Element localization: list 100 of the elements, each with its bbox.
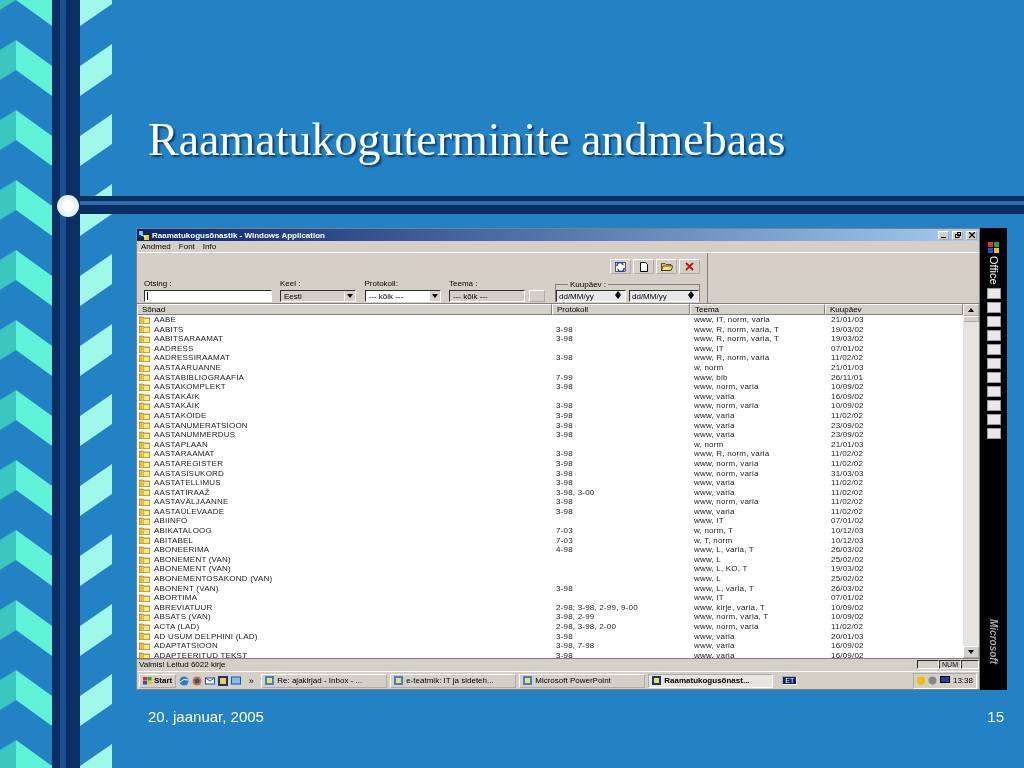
office-shortcut-button[interactable] <box>986 315 1001 327</box>
table-cell: 19/03/02 <box>831 564 864 574</box>
menu-item[interactable]: Info <box>202 242 217 251</box>
scroll-up-button[interactable] <box>963 304 979 316</box>
office-shortcut-button[interactable] <box>986 287 1001 299</box>
page-number: 15 <box>987 708 1004 725</box>
table-cell: AASTASISUKORD <box>154 468 225 479</box>
table-cell: 07/01/02 <box>831 343 864 353</box>
mail-icon[interactable] <box>205 675 216 686</box>
table-cell: 3-98 <box>556 506 573 516</box>
table-cell: www, varia <box>694 641 735 651</box>
brand-text: Microsoft <box>988 619 999 664</box>
shield-icon <box>916 676 925 685</box>
table-cell: 3-98 <box>556 478 573 488</box>
dropdown[interactable]: --- kõik --- <box>364 290 441 302</box>
window-title: Raamatukogusõnastik - Windows Application <box>152 230 326 240</box>
folder-icon <box>139 392 150 401</box>
office-shortcut-button[interactable] <box>986 385 1001 397</box>
table-cell: 3-98 <box>556 650 573 660</box>
table-cell: 11/02/02 <box>831 622 864 631</box>
app-icon[interactable] <box>218 675 229 686</box>
table-cell: AABITSARAAMAT <box>154 334 224 344</box>
table-cell: w, T, norm <box>694 535 733 545</box>
folder-icon <box>139 325 150 334</box>
table-cell: 10/09/02 <box>831 602 864 612</box>
table-cell: 7-03 <box>556 526 573 536</box>
column-header[interactable]: Kuupäev <box>825 304 963 315</box>
menu-item[interactable]: Andmed <box>141 242 171 251</box>
table-cell: ABORTIMA <box>154 593 198 603</box>
office-shortcut-button[interactable] <box>986 427 1001 439</box>
scroll-thumb[interactable] <box>963 316 979 322</box>
table-cell: 07/01/02 <box>831 516 864 526</box>
browser-icon[interactable] <box>179 675 190 686</box>
column-header[interactable]: Sõnad <box>137 304 552 315</box>
taskbar-button[interactable]: Raamatukogusõnast... <box>648 673 774 688</box>
table-cell: www, L, KO, T <box>694 564 748 574</box>
refresh-icon <box>615 261 626 272</box>
taskbar-button[interactable]: Microsoft PowerPoint <box>519 673 646 688</box>
browser-icon[interactable] <box>192 675 203 686</box>
table-cell: 7-03 <box>556 535 573 545</box>
monitor-icon <box>939 676 950 685</box>
folder-icon <box>139 488 150 497</box>
start-button[interactable]: Start <box>139 673 177 688</box>
search-field[interactable] <box>144 290 272 302</box>
table-cell: AASTAKÄIK <box>154 401 200 411</box>
column-header[interactable]: Teema <box>690 304 825 315</box>
minimize-button[interactable] <box>938 230 949 240</box>
date-field[interactable]: dd/MM/yy <box>556 290 626 302</box>
office-shortcut-button[interactable] <box>986 357 1001 369</box>
folder-icon <box>139 507 150 516</box>
table-cell: www, norm, varia <box>694 622 759 631</box>
folder-icon <box>139 315 150 324</box>
table-cell: AASTAÜLEVAADE <box>154 506 225 517</box>
date-field[interactable]: dd/MM/yy <box>629 290 699 302</box>
taskbar-button[interactable]: e-teatmik: IT ja sideteh... <box>390 673 517 688</box>
restore-button[interactable] <box>952 230 963 240</box>
field-label: Protokoll: <box>364 279 399 288</box>
field-label: Teema : <box>449 279 479 288</box>
menu-item[interactable]: Font <box>178 242 195 251</box>
column-header[interactable]: Protokoll <box>552 304 690 315</box>
table-cell: 11/02/02 <box>831 478 864 488</box>
office-shortcut-button[interactable] <box>986 301 1001 313</box>
taskbar-button[interactable]: Re: ajakirjad - Inbox - ... <box>261 673 388 688</box>
table-cell: ADAPTEERITUD TEKST <box>154 650 248 661</box>
table-cell: www, varia <box>694 650 735 660</box>
down-arrow-icon <box>688 295 694 299</box>
office-shortcut-button[interactable] <box>986 371 1001 383</box>
table-cell: ABITABEL <box>154 535 194 546</box>
folder-icon <box>139 478 150 487</box>
table-cell: ABONENT (VAN) <box>154 583 219 594</box>
table-cell: 16/09/02 <box>831 641 864 651</box>
office-shortcut-button[interactable] <box>986 399 1001 411</box>
status-message: Valmis! Leitud 6022 kirje <box>138 659 227 669</box>
new-button[interactable] <box>633 259 654 274</box>
down-arrow-icon <box>347 294 353 298</box>
table-cell: ABONEERIMA <box>154 545 210 555</box>
table-cell: www, bib <box>694 372 728 382</box>
table-cell: 11/02/02 <box>831 487 864 497</box>
table-cell: 21/01/03 <box>831 362 864 372</box>
office-shortcut-button[interactable] <box>986 343 1001 355</box>
delete-button[interactable] <box>679 259 700 274</box>
folder-icon <box>139 440 150 449</box>
folder-icon <box>139 373 150 382</box>
scroll-down-button[interactable] <box>963 646 979 658</box>
app-icon <box>394 676 404 685</box>
table-cell: 21/01/03 <box>831 315 864 324</box>
table-cell: www, varia <box>694 487 735 497</box>
office-shortcut-button[interactable] <box>986 329 1001 341</box>
folder-icon <box>660 262 673 271</box>
folder-icon <box>139 354 150 363</box>
office-shortcut-button[interactable] <box>986 413 1001 425</box>
refresh-button[interactable] <box>610 259 631 274</box>
more-button[interactable]: » <box>244 675 259 686</box>
app-icon <box>652 676 662 685</box>
table-cell: www, norm, varia <box>694 468 759 478</box>
desktop-icon[interactable] <box>231 675 242 686</box>
table-cell: 21/01/03 <box>831 439 864 449</box>
down-arrow-icon <box>615 295 621 299</box>
close-button[interactable] <box>966 230 977 240</box>
open-button[interactable] <box>656 259 677 274</box>
